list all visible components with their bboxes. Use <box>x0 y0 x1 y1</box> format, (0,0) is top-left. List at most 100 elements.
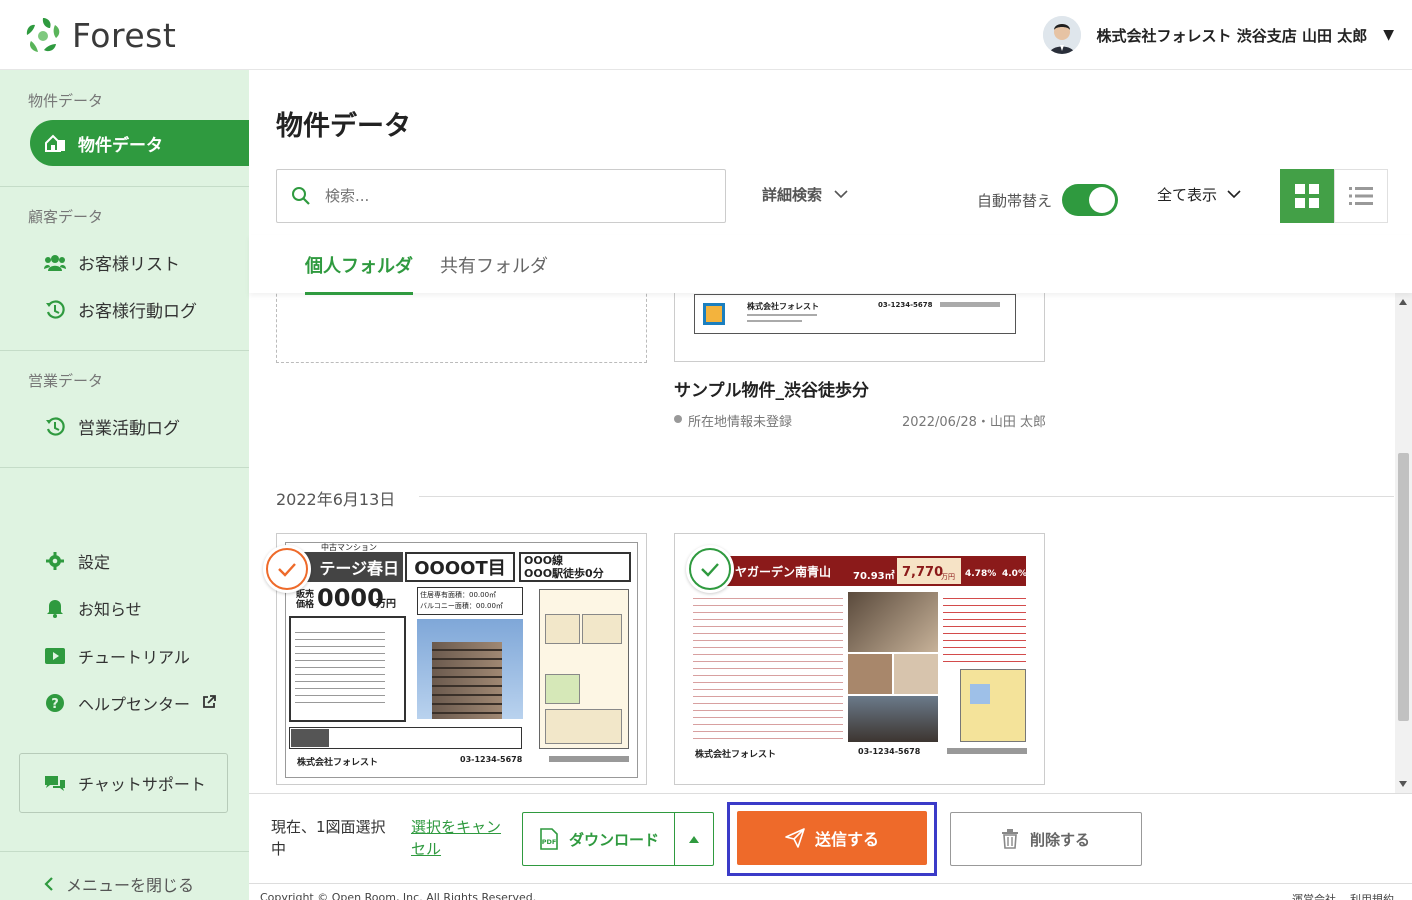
property-title[interactable]: サンプル物件_渋谷徒歩分 <box>674 376 869 401</box>
folder-tabs: 個人フォルダ 共有フォルダ <box>249 235 1412 295</box>
trash-icon <box>1001 829 1018 849</box>
svg-text:PDF: PDF <box>542 838 557 846</box>
sidebar-item-label: 営業活動ログ <box>78 419 180 439</box>
sidebar-item-label: お知らせ <box>78 600 142 619</box>
close-menu-button[interactable]: メニューを閉じる <box>44 872 194 896</box>
show-all-dropdown[interactable]: 全て表示 <box>1157 184 1241 205</box>
delete-button[interactable]: 削除する <box>950 812 1142 866</box>
flyer-price-unit: 万円 <box>941 573 955 581</box>
property-flyer-card-1[interactable]: 中古マンション テージ春日 OOOOT目 OOO線 OOO駅徒歩0分 販売 価格… <box>276 533 647 785</box>
flyer-rate-2: 4.0% <box>1002 569 1027 579</box>
sidebar-section-property: 物件データ <box>28 92 104 110</box>
date-header: 2022年6月13日 <box>276 490 396 509</box>
property-date: 2022/06/28・山田 太郎 <box>901 415 1046 430</box>
sidebar-item-customer-log[interactable]: お客様行動ログ <box>44 297 197 322</box>
sidebar-item-settings[interactable]: 設定 <box>44 549 110 573</box>
bell-icon <box>44 597 66 619</box>
history-icon <box>44 299 66 321</box>
footer-link-terms[interactable]: 利用規約 <box>1350 891 1394 900</box>
house-icon <box>45 134 65 152</box>
list-icon <box>1349 187 1373 205</box>
paper-plane-icon <box>785 828 805 848</box>
flyer-line: OOO線 <box>524 554 564 567</box>
sidebar-item-help[interactable]: ? ヘルプセンター <box>44 691 216 715</box>
search-box[interactable] <box>276 169 726 223</box>
svg-text:?: ? <box>51 697 59 712</box>
sidebar-item-sales-log[interactable]: 営業活動ログ <box>44 414 180 439</box>
check-icon <box>689 548 731 590</box>
user-menu[interactable]: 株式会社フォレスト 渋谷支店 山田 太郎 ▼ <box>1042 14 1394 56</box>
sidebar-item-property-data[interactable]: 物件データ <box>30 120 249 166</box>
history-icon <box>44 416 66 438</box>
auto-switch-toggle[interactable] <box>1062 184 1119 216</box>
sidebar: 物件データ 物件データ 顧客データ お客様リスト お客様行動ログ 営業データ 営… <box>0 70 249 900</box>
download-options-toggle[interactable] <box>675 835 713 843</box>
users-icon <box>44 252 66 274</box>
flyer-tel: 03-1234-5678 <box>460 755 523 764</box>
gear-icon <box>44 550 66 572</box>
flyer-company: 株式会社フォレスト <box>695 750 777 760</box>
property-status: 所在地情報未登録 <box>688 415 793 430</box>
property-thumbnail[interactable]: 株式会社フォレスト 03-1234-5678 <box>674 293 1045 362</box>
list-view-button[interactable] <box>1334 169 1388 223</box>
search-input[interactable] <box>325 187 685 205</box>
tab-shared-folder[interactable]: 共有フォルダ <box>440 252 548 278</box>
forest-leaf-icon <box>26 18 60 52</box>
chevron-down-icon[interactable]: ▼ <box>1383 27 1394 43</box>
download-label: ダウンロード <box>569 830 660 849</box>
sidebar-item-notice[interactable]: お知らせ <box>44 596 142 620</box>
cancel-selection-link[interactable]: 選択をキャンセル <box>411 816 511 860</box>
main-content: 物件データ 詳細検索 自動帯替え 全て表示 個人フォルダ 共有フォルダ <box>249 70 1412 900</box>
advanced-search-button[interactable]: 詳細検索 <box>762 184 848 205</box>
auto-switch-label: 自動帯替え <box>977 191 1053 210</box>
grid-icon <box>1295 184 1319 208</box>
advanced-search-label: 詳細検索 <box>762 186 823 204</box>
send-button[interactable]: 送信する <box>737 811 927 865</box>
auto-switch: 自動帯替え <box>977 184 1119 216</box>
sidebar-section-sales: 営業データ <box>28 372 104 390</box>
logo[interactable]: Forest <box>22 14 176 56</box>
flyer-rate-1: 4.78% <box>965 569 997 579</box>
video-icon <box>44 645 66 667</box>
sidebar-item-label: 物件データ <box>78 135 163 156</box>
send-highlight-frame: 送信する <box>727 802 937 876</box>
sidebar-section-customer: 顧客データ <box>28 208 104 226</box>
search-icon <box>291 186 311 206</box>
flyer-area: 70.93㎡ <box>853 571 895 582</box>
sidebar-item-label: お客様リスト <box>78 255 180 275</box>
grid-view-button[interactable] <box>1280 169 1334 223</box>
page-title: 物件データ <box>276 111 411 142</box>
flyer-price: 0000 <box>317 584 384 612</box>
flyer-name: ヤガーデン南青山 <box>735 565 832 579</box>
flyer-company: 株式会社フォレスト <box>747 302 819 311</box>
question-icon: ? <box>44 692 66 714</box>
flyer-station: OOO駅徒歩0分 <box>524 567 604 580</box>
chat-support-button[interactable]: チャットサポート <box>19 753 228 813</box>
empty-slot <box>276 293 647 363</box>
logo-text: Forest <box>72 15 177 55</box>
vertical-scrollbar[interactable] <box>1395 293 1412 793</box>
delete-label: 削除する <box>1029 830 1090 849</box>
flyer-area-1: 住居専有面積：00.00㎡ <box>420 591 497 599</box>
flyer-price-unit: 万円 <box>376 599 396 610</box>
selectable-check[interactable] <box>686 545 734 593</box>
footer-link-company[interactable]: 運営会社 <box>1292 891 1336 900</box>
chevron-left-icon <box>44 876 54 892</box>
external-link-icon <box>202 694 216 713</box>
flyer-company: 株式会社フォレスト <box>297 758 379 768</box>
download-button[interactable]: PDF ダウンロード <box>522 812 714 866</box>
tab-personal-folder[interactable]: 個人フォルダ <box>305 252 413 295</box>
top-header: Forest 株式会社フォレスト 渋谷支店 山田 太郎 ▼ <box>0 0 1412 70</box>
send-label: 送信する <box>814 830 879 849</box>
property-meta: 所在地情報未登録 2022/06/28・山田 太郎 <box>674 411 1046 430</box>
chat-support-label: チャットサポート <box>78 775 206 794</box>
sidebar-item-label: チュートリアル <box>78 648 190 667</box>
selected-check[interactable] <box>263 545 311 593</box>
sidebar-item-label: ヘルプセンター <box>78 695 191 714</box>
selection-action-bar: 現在、1図面選択中 選択をキャンセル PDF ダウンロード 送信する 削除する <box>249 793 1412 883</box>
sidebar-item-tutorial[interactable]: チュートリアル <box>44 644 190 668</box>
avatar <box>1042 16 1081 54</box>
sidebar-item-customer-list[interactable]: お客様リスト <box>44 250 180 275</box>
flyer-tel: 03-1234-5678 <box>878 301 933 309</box>
flyer-area-2: バルコニー面積：00.00㎡ <box>420 602 503 610</box>
